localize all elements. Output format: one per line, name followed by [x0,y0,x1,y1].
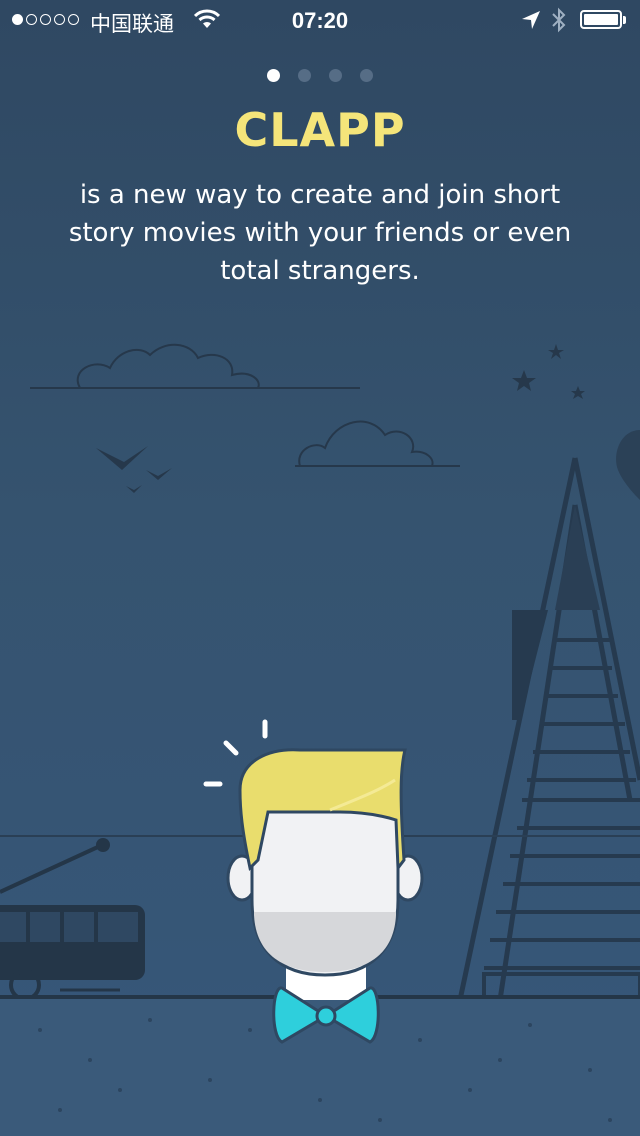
cloud-icon [30,343,360,389]
bird-icon [96,446,172,493]
city-illustration [0,343,640,1136]
tower-building-icon [457,457,640,1001]
tower-floors [484,638,640,970]
balloon-icon [616,430,640,500]
cloud-icon [295,420,460,467]
character-illustration [203,719,424,1044]
star-icon [512,344,585,399]
